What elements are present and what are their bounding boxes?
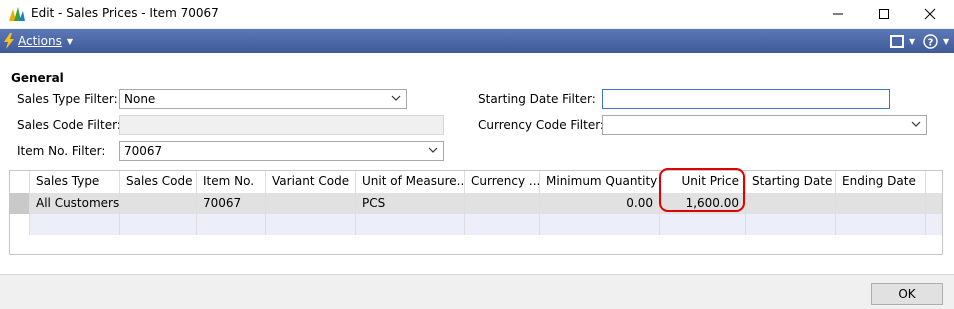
col-header-minimum-quantity[interactable]: Minimum Quantity [540, 171, 660, 193]
row-selector-header [10, 171, 30, 193]
col-header-sales-type[interactable]: Sales Type [30, 171, 120, 193]
minimize-icon [833, 13, 843, 15]
actions-label: Actions [18, 34, 62, 48]
svg-text:?: ? [928, 37, 934, 48]
cell-sales-code[interactable] [120, 193, 197, 214]
chevron-down-icon [428, 147, 438, 153]
table-row[interactable]: All Customers 70067 PCS 0.00 1,600.00 [10, 193, 942, 214]
col-header-sales-code[interactable]: Sales Code [120, 171, 197, 193]
cell-starting-date[interactable] [746, 193, 836, 214]
cell-currency[interactable] [465, 193, 540, 214]
sales-code-filter-field[interactable] [119, 115, 444, 135]
item-no-filter-value: 70067 [124, 144, 163, 158]
ok-button[interactable]: OK [871, 283, 943, 305]
cell-unit-of-measure[interactable]: PCS [356, 193, 465, 214]
item-no-filter-select[interactable]: 70067 [119, 141, 444, 161]
sales-code-filter-label: Sales Code Filter: [17, 118, 121, 132]
section-title: General [11, 71, 64, 85]
new-row-cell[interactable] [660, 214, 746, 235]
sales-type-filter-label: Sales Type Filter: [17, 92, 118, 106]
new-row-cell[interactable] [836, 214, 926, 235]
minimize-button[interactable] [816, 0, 862, 28]
currency-code-filter-label: Currency Code Filter: [478, 118, 604, 132]
row-selector[interactable] [10, 214, 30, 235]
col-header-starting-date[interactable]: Starting Date [746, 171, 836, 193]
action-bar: Actions ▼ ▼ ? ▼ [0, 29, 954, 53]
starting-date-filter-field[interactable] [602, 89, 890, 109]
col-header-unit-of-measure[interactable]: Unit of Measure... [356, 171, 465, 193]
close-icon [924, 8, 936, 20]
cell-variant-code[interactable] [266, 193, 356, 214]
sales-type-filter-select[interactable]: None [119, 89, 407, 109]
new-row-cell[interactable] [465, 214, 540, 235]
help-icon: ? [923, 33, 938, 49]
currency-code-filter-select[interactable] [602, 115, 927, 135]
new-row-cell[interactable] [120, 214, 197, 235]
title-bar: Edit - Sales Prices - Item 70067 [0, 0, 954, 28]
chevron-down-icon [911, 121, 921, 127]
window-title: Edit - Sales Prices - Item 70067 [31, 6, 219, 20]
new-row-cell[interactable] [266, 214, 356, 235]
cell-ending-date[interactable] [836, 193, 926, 214]
new-row-cell[interactable] [30, 214, 120, 235]
dynamics-nav-logo-icon [9, 7, 25, 21]
cell-minimum-quantity[interactable]: 0.00 [540, 193, 660, 214]
starting-date-filter-label: Starting Date Filter: [478, 92, 596, 106]
maximize-button[interactable] [862, 0, 908, 28]
chevron-down-icon: ▼ [943, 36, 950, 46]
unit-price-highlight [659, 168, 745, 212]
general-section: General Sales Type Filter: None Sales Co… [0, 53, 954, 274]
help-menu-button[interactable]: ? ▼ [923, 32, 949, 50]
layout-menu-button[interactable]: ▼ [890, 32, 915, 50]
item-no-filter-label: Item No. Filter: [17, 144, 106, 158]
col-header-currency[interactable]: Currency ... [465, 171, 540, 193]
grid-header: Sales Type Sales Code Item No. Variant C… [10, 171, 942, 194]
chevron-down-icon: ▼ [909, 36, 916, 46]
new-row-cell[interactable] [746, 214, 836, 235]
col-header-item-no[interactable]: Item No. [197, 171, 266, 193]
cell-item-no[interactable]: 70067 [197, 193, 266, 214]
maximize-icon [879, 9, 889, 19]
new-row-cell[interactable] [197, 214, 266, 235]
new-row[interactable] [10, 214, 942, 235]
col-header-ending-date[interactable]: Ending Date [836, 171, 926, 193]
layout-icon [890, 34, 904, 48]
chevron-down-icon [391, 95, 401, 101]
new-row-cell[interactable] [540, 214, 660, 235]
row-selector[interactable] [10, 193, 30, 214]
new-row-cell[interactable] [356, 214, 465, 235]
sales-type-filter-value: None [124, 92, 156, 106]
cell-sales-type[interactable]: All Customers [30, 193, 120, 214]
chevron-down-icon: ▼ [66, 36, 73, 46]
lightning-icon [4, 33, 14, 49]
close-button[interactable] [908, 0, 954, 28]
dialog-footer: OK [0, 274, 954, 309]
sales-prices-grid: Sales Type Sales Code Item No. Variant C… [9, 170, 943, 255]
col-header-variant-code[interactable]: Variant Code [266, 171, 356, 193]
actions-menu-button[interactable]: Actions ▼ [4, 32, 73, 50]
